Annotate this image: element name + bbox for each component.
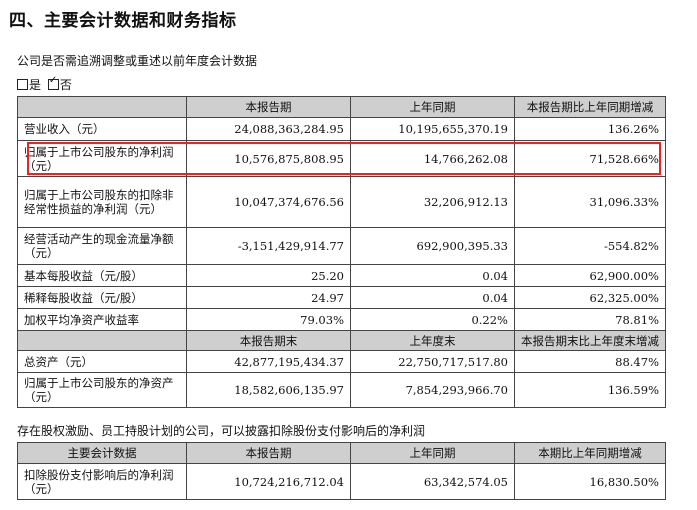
cell-value: 79.03% xyxy=(186,308,351,331)
restatement-question: 公司是否需追溯调整或重述以前年度会计数据 xyxy=(17,54,258,68)
cell-value: 42,877,195,434.37 xyxy=(186,350,351,373)
row-label: 归属于上市公司股东的净资产（元） xyxy=(17,372,187,408)
table-header-row: 本报告期 上年同期 本报告期比上年同期增减 xyxy=(17,96,666,118)
restatement-options: 是 否 xyxy=(17,75,72,93)
option-yes-label: 是 xyxy=(29,78,42,92)
cell-value: 136.26% xyxy=(514,117,666,141)
cell-value: 16,830.50% xyxy=(514,463,666,500)
header-cell: 本报告期 xyxy=(186,442,351,464)
cell-value: -3,151,429,914.77 xyxy=(186,227,351,265)
table-subheader-row: 本报告期末 上年度末 本报告期末比上年度末增减 xyxy=(17,330,666,351)
row-label: 基本每股收益（元/股） xyxy=(17,264,187,287)
cell-value: 22,750,717,517.80 xyxy=(350,350,515,373)
cell-value: 78.81% xyxy=(514,308,666,331)
key-financial-data-table: 本报告期 上年同期 本报告期比上年同期增减 营业收入（元） 24,088,363… xyxy=(17,96,666,408)
cell-value: 10,047,374,676.56 xyxy=(186,176,351,228)
cell-value: 136.59% xyxy=(514,372,666,408)
row-label: 归属于上市公司股东的净利润（元） xyxy=(17,140,187,177)
table-row: 归属于上市公司股东的扣除非经常性损益的净利润（元） 10,047,374,676… xyxy=(17,176,666,228)
cell-value: 62,325.00% xyxy=(514,286,666,309)
cell-value: 10,724,216,712.04 xyxy=(186,463,351,500)
row-label: 归属于上市公司股东的扣除非经常性损益的净利润（元） xyxy=(17,176,187,228)
checkbox-yes[interactable] xyxy=(17,79,28,90)
cell-value: 31,096.33% xyxy=(514,176,666,228)
cell-value: 71,528.66% xyxy=(514,140,666,177)
row-label: 总资产（元） xyxy=(17,350,187,373)
header-cell: 主要会计数据 xyxy=(17,442,187,464)
cell-value: 63,342,574.05 xyxy=(350,463,515,500)
cell-value: 692,900,395.33 xyxy=(350,227,515,265)
header-cell: 本报告期末 xyxy=(186,330,351,351)
cell-value: 88.47% xyxy=(514,350,666,373)
share-payment-note: 存在股权激励、员工持股计划的公司，可以披露扣除股份支付影响后的净利润 xyxy=(17,424,426,438)
cell-value: 62,900.00% xyxy=(514,264,666,287)
table-row: 归属于上市公司股东的净利润（元） 10,576,875,808.95 14,76… xyxy=(17,140,666,177)
header-cell: 本报告期末比上年度末增减 xyxy=(514,330,666,351)
header-cell: 本报告期 xyxy=(186,96,351,118)
table-row: 经营活动产生的现金流量净额（元） -3,151,429,914.77 692,9… xyxy=(17,227,666,265)
table-row: 总资产（元） 42,877,195,434.37 22,750,717,517.… xyxy=(17,350,666,373)
table-row: 加权平均净资产收益率 79.03% 0.22% 78.81% xyxy=(17,308,666,331)
cell-value: -554.82% xyxy=(514,227,666,265)
header-cell: 本报告期比上年同期增减 xyxy=(514,96,666,118)
header-cell: 上年度末 xyxy=(350,330,515,351)
row-label: 稀释每股收益（元/股） xyxy=(17,286,187,309)
section-title: 四、主要会计数据和财务指标 xyxy=(9,11,237,31)
table-row: 扣除股份支付影响后的净利润（元） 10,724,216,712.04 63,34… xyxy=(17,463,666,500)
header-cell: 上年同期 xyxy=(350,442,515,464)
checkbox-no[interactable] xyxy=(47,75,59,90)
cell-value: 25.20 xyxy=(186,264,351,287)
cell-value: 18,582,606,135.97 xyxy=(186,372,351,408)
row-label: 扣除股份支付影响后的净利润（元） xyxy=(17,463,187,500)
cell-value: 24.97 xyxy=(186,286,351,309)
row-label: 加权平均净资产收益率 xyxy=(17,308,187,331)
cell-value: 0.04 xyxy=(350,286,515,309)
header-cell xyxy=(17,330,187,351)
table-row: 稀释每股收益（元/股） 24.97 0.04 62,325.00% xyxy=(17,286,666,309)
table-row: 营业收入（元） 24,088,363,284.95 10,195,655,370… xyxy=(17,117,666,141)
row-label: 营业收入（元） xyxy=(17,117,187,141)
cell-value: 10,576,875,808.95 xyxy=(186,140,351,177)
header-cell: 上年同期 xyxy=(350,96,515,118)
cell-value: 32,206,912.13 xyxy=(350,176,515,228)
cell-value: 24,088,363,284.95 xyxy=(186,117,351,141)
header-cell: 本期比上年同期增减 xyxy=(514,442,666,464)
option-no-label: 否 xyxy=(59,78,72,92)
row-label: 经营活动产生的现金流量净额（元） xyxy=(17,227,187,265)
table-header-row: 主要会计数据 本报告期 上年同期 本期比上年同期增减 xyxy=(17,442,666,464)
table-row: 归属于上市公司股东的净资产（元） 18,582,606,135.97 7,854… xyxy=(17,372,666,408)
cell-value: 14,766,262.08 xyxy=(350,140,515,177)
cell-value: 10,195,655,370.19 xyxy=(350,117,515,141)
cell-value: 0.04 xyxy=(350,264,515,287)
cell-value: 7,854,293,966.70 xyxy=(350,372,515,408)
table-row: 基本每股收益（元/股） 25.20 0.04 62,900.00% xyxy=(17,264,666,287)
cell-value: 0.22% xyxy=(350,308,515,331)
share-payment-table: 主要会计数据 本报告期 上年同期 本期比上年同期增减 扣除股份支付影响后的净利润… xyxy=(17,442,666,500)
header-cell xyxy=(17,96,187,118)
